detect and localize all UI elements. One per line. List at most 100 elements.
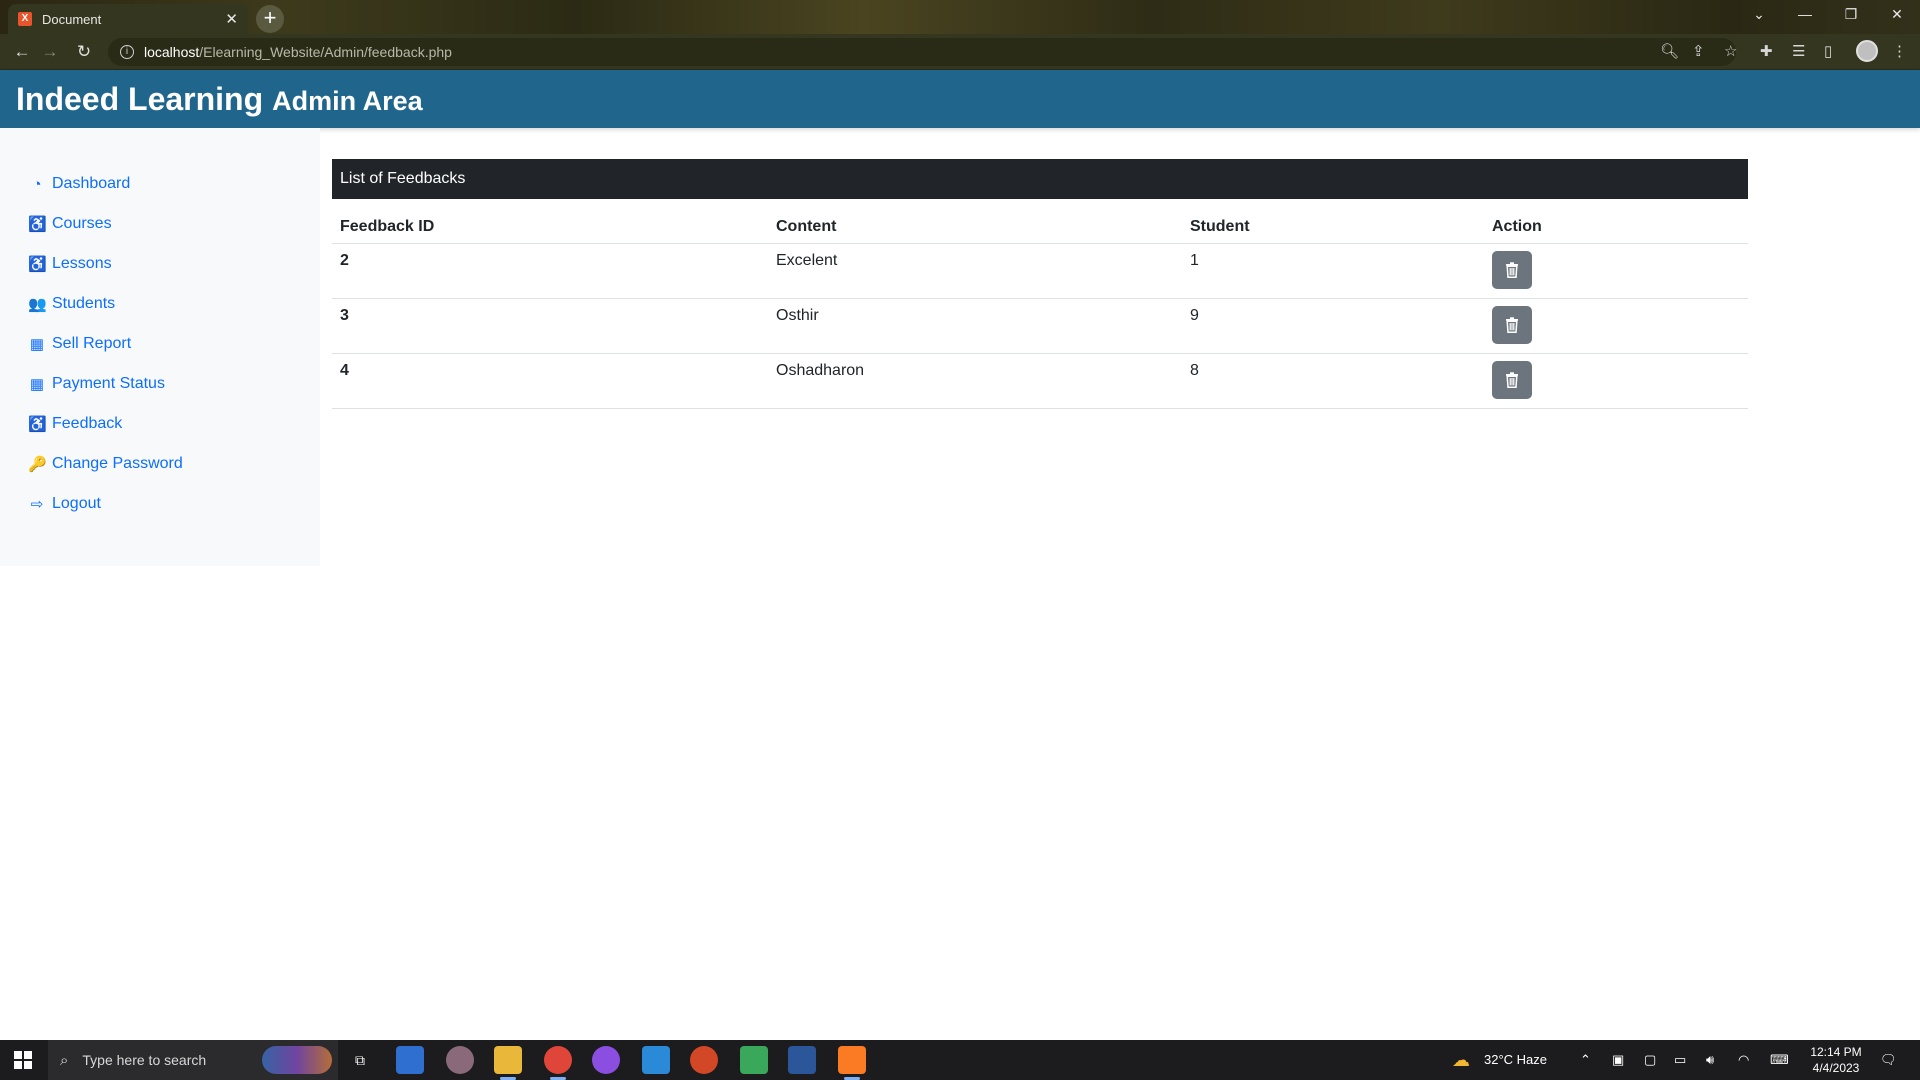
notifications-icon[interactable]: 🗨︎: [1880, 1040, 1897, 1080]
card-title: List of Feedbacks: [340, 170, 466, 187]
tab-title: Document: [42, 11, 102, 27]
sidebar-item-logout[interactable]: ⇨ Logout: [0, 484, 320, 524]
task-view-icon[interactable]: ⧉: [346, 1046, 374, 1074]
windows-taskbar: ⌕ Type here to search ⧉ ☁ 32°C Haze ⌃ ▣ …: [0, 1040, 1920, 1080]
trash-icon: [1506, 316, 1518, 333]
sidebar-item-courses[interactable]: ♿ Courses: [0, 204, 320, 244]
content-cell: Oshadharon: [768, 353, 1182, 409]
column-header-action: Action: [1484, 211, 1748, 244]
app-stack-icon[interactable]: [740, 1046, 768, 1074]
windows-start-icon[interactable]: [14, 1051, 32, 1069]
profile-avatar[interactable]: [1856, 40, 1878, 62]
sidebar-item-label: Change Password: [52, 455, 183, 472]
bookmark-star-icon[interactable]: ☆: [1724, 42, 1737, 60]
show-hidden-icons-icon[interactable]: ⌃: [1580, 1040, 1591, 1080]
key-icon: 🔑: [28, 456, 47, 473]
tab-search-icon[interactable]: ⌄: [1736, 0, 1782, 30]
battery-icon[interactable]: ▭: [1674, 1040, 1686, 1080]
accessibility-icon: ♿: [28, 416, 47, 433]
trash-icon: [1506, 261, 1518, 278]
vscode-icon[interactable]: [642, 1046, 670, 1074]
feedback-id-cell: 2: [332, 243, 768, 299]
keyboard-icon[interactable]: ⌨: [1770, 1040, 1789, 1080]
brand-title[interactable]: Indeed Learning: [16, 81, 263, 118]
table-row: 3 Osthir 9: [332, 298, 1748, 354]
sidebar-item-label: Lessons: [52, 255, 112, 272]
powerpoint-icon[interactable]: [690, 1046, 718, 1074]
reload-icon[interactable]: ↻: [72, 41, 96, 65]
app-icon[interactable]: [446, 1046, 474, 1074]
browser-tab-strip: X Document ✕ + ⌄ — ❐ ✕: [0, 0, 1920, 34]
sidebar-item-payment-status[interactable]: ▦ Payment Status: [0, 364, 320, 404]
student-cell: 8: [1182, 353, 1484, 409]
restore-button[interactable]: ❐: [1828, 0, 1874, 30]
sidebar-item-lessons[interactable]: ♿ Lessons: [0, 244, 320, 284]
back-icon[interactable]: ←: [10, 41, 34, 65]
sidebar-item-feedback[interactable]: ♿ Feedback: [0, 404, 320, 444]
wifi-icon[interactable]: ◠: [1738, 1040, 1749, 1080]
sidebar-item-label: Dashboard: [52, 175, 131, 192]
taskbar-search-placeholder: Type here to search: [82, 1052, 207, 1068]
table-icon: ▦: [29, 376, 45, 393]
feedback-id-cell: 3: [332, 298, 768, 354]
address-bar[interactable]: i localhost/Elearning_Website/Admin/feed…: [108, 38, 1737, 66]
volume-icon[interactable]: 🔊︎: [1706, 1040, 1714, 1080]
student-cell: 1: [1182, 243, 1484, 299]
content-cell: Excelent: [768, 243, 1182, 299]
zoom-search-icon[interactable]: 🔍︎: [1660, 42, 1679, 60]
sidebar-item-change-password[interactable]: 🔑 Change Password: [0, 444, 320, 484]
table-row: 2 Excelent 1: [332, 243, 1748, 299]
search-highlight-image: [262, 1046, 332, 1074]
sidebar-item-sell-report[interactable]: ▦ Sell Report: [0, 324, 320, 364]
microsoft-store-icon[interactable]: [396, 1046, 424, 1074]
search-icon: ⌕: [60, 1051, 69, 1069]
column-header-content: Content: [768, 211, 1182, 244]
tray-app-icon[interactable]: ▣: [1612, 1040, 1624, 1080]
minimize-button[interactable]: —: [1782, 0, 1828, 30]
feedback-table: Feedback ID Content Student Action 2 Exce…: [332, 211, 1748, 409]
xampp-favicon-icon: X: [18, 12, 32, 26]
side-panel-icon[interactable]: ▯: [1824, 42, 1832, 60]
browser-menu-icon[interactable]: ⋮: [1892, 42, 1907, 60]
delete-button[interactable]: [1492, 360, 1532, 399]
student-cell: 9: [1182, 298, 1484, 354]
reading-list-icon[interactable]: ☰: [1792, 42, 1805, 60]
weather-icon: ☁: [1452, 1050, 1470, 1070]
weather-text[interactable]: 32°C Haze: [1484, 1040, 1547, 1080]
share-icon[interactable]: ⇪: [1692, 42, 1705, 60]
trash-icon: [1506, 371, 1518, 388]
url-path: /Elearning_Website/Admin/feedback.php: [199, 44, 452, 60]
accessibility-icon: ♿: [28, 256, 47, 273]
browser-tab[interactable]: X Document ✕: [8, 4, 248, 34]
table-icon: ▦: [29, 336, 45, 353]
main-content: List of Feedbacks Feedback ID Content St…: [332, 159, 1748, 409]
delete-button[interactable]: [1492, 250, 1532, 289]
column-header-feedback-id: Feedback ID: [332, 211, 768, 244]
taskbar-search-box[interactable]: ⌕ Type here to search: [48, 1040, 338, 1080]
url-host: localhost: [144, 44, 200, 60]
sidebar-item-label: Payment Status: [52, 375, 165, 392]
xampp-icon[interactable]: [838, 1046, 866, 1080]
site-header: Indeed Learning Admin Area: [0, 70, 1920, 128]
sidebar-item-label: Logout: [52, 495, 101, 512]
action-cell: [1484, 353, 1748, 409]
forward-icon[interactable]: →: [38, 41, 62, 65]
close-window-button[interactable]: ✕: [1874, 0, 1920, 30]
sidebar-item-label: Feedback: [52, 415, 123, 432]
sidebar-item-students[interactable]: 👥 Students: [0, 284, 320, 324]
file-explorer-icon[interactable]: [494, 1046, 522, 1080]
messenger-icon[interactable]: [592, 1046, 620, 1074]
close-tab-icon[interactable]: ✕: [225, 10, 238, 28]
content-cell: Osthir: [768, 298, 1182, 354]
taskbar-clock[interactable]: 12:14 PM 4/4/2023: [1808, 1044, 1864, 1076]
chrome-icon[interactable]: [544, 1046, 572, 1080]
delete-button[interactable]: [1492, 305, 1532, 344]
sidebar-item-dashboard[interactable]: ◔ Dashboard: [0, 164, 320, 204]
new-tab-button[interactable]: +: [256, 5, 284, 33]
sidebar-item-label: Sell Report: [52, 335, 132, 352]
extensions-icon[interactable]: ✚: [1760, 42, 1773, 60]
word-icon[interactable]: [788, 1046, 816, 1074]
card-header: List of Feedbacks: [332, 159, 1748, 199]
site-info-icon[interactable]: i: [120, 45, 134, 59]
meet-icon[interactable]: ▢: [1644, 1040, 1656, 1080]
